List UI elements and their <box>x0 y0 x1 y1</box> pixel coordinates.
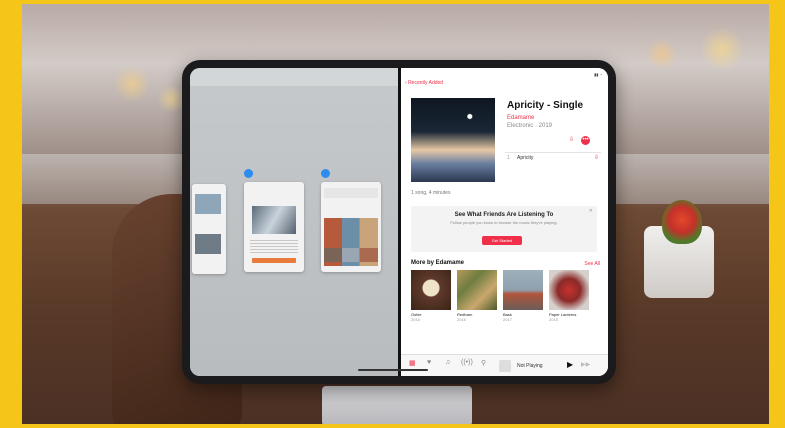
card-preview <box>324 248 378 262</box>
release-year: 2015 <box>549 317 558 322</box>
release-item[interactable]: Paper Lanterns 2015 <box>549 270 589 322</box>
release-item[interactable]: Redbarn 2015 <box>457 270 497 322</box>
release-artwork <box>457 270 497 310</box>
track-row[interactable]: 1 Apricity ⇩ <box>505 152 601 163</box>
more-icon[interactable]: ••• <box>581 136 590 145</box>
card-preview <box>195 194 221 214</box>
release-artwork <box>549 270 589 310</box>
plant <box>662 200 702 244</box>
ipad-stand <box>322 386 472 424</box>
card-banner <box>252 258 296 263</box>
app-switcher-topbar <box>190 68 398 86</box>
card-text-lines <box>250 240 298 254</box>
track-name: Apricity <box>517 155 534 161</box>
ipad-device: ‹ Recently Added ▮▮ ◔ Apricity - Single … <box>182 60 616 384</box>
release-year: 2016 <box>411 317 420 322</box>
release-year: 2015 <box>457 317 466 322</box>
tab-browse-icon[interactable]: ♫ <box>445 359 450 366</box>
back-button[interactable]: ‹ Recently Added <box>405 80 443 86</box>
tab-search-icon[interactable]: ⚲ <box>481 359 486 367</box>
app-card-partial[interactable] <box>192 184 226 274</box>
release-item[interactable]: Bask 2017 <box>503 270 543 322</box>
friends-title: See What Friends Are Listening To <box>454 212 554 218</box>
friends-promo: ✕ See What Friends Are Listening To Foll… <box>411 206 597 252</box>
get-started-button[interactable]: Get Started <box>482 236 522 245</box>
safari-icon <box>244 169 253 178</box>
music-app-pane: ‹ Recently Added ▮▮ ◔ Apricity - Single … <box>401 68 608 376</box>
track-number: 1 <box>507 155 510 161</box>
release-year: 2017 <box>503 317 512 322</box>
music-tab-bar: ▦ ♥ ♫ ((•)) ⚲ Not Playing ▶ ▶▶ <box>401 354 608 376</box>
play-icon[interactable]: ▶ <box>567 360 573 369</box>
album-artist-link[interactable]: Edamame <box>507 115 534 121</box>
card-header <box>244 169 256 178</box>
tab-library-icon[interactable]: ▦ <box>409 359 416 367</box>
app-switcher-pane <box>190 68 398 376</box>
card-preview <box>252 206 296 234</box>
release-item[interactable]: Oshie 2016 <box>411 270 451 322</box>
card-preview <box>195 234 221 254</box>
safari-card[interactable] <box>244 169 304 272</box>
song-count: 1 song, 4 minutes <box>411 190 451 196</box>
album-artwork[interactable] <box>411 98 495 182</box>
download-icon[interactable]: ⇩ <box>594 154 599 161</box>
status-indicators: ▮▮ ◔ <box>594 72 602 77</box>
now-playing-label[interactable]: Not Playing <box>517 363 543 369</box>
now-playing-artwork[interactable] <box>499 360 511 372</box>
album-genre-year: Electronic · 2019 <box>507 123 553 129</box>
album-title: Apricity - Single <box>507 100 584 111</box>
release-artwork <box>411 270 451 310</box>
forward-icon[interactable]: ▶▶ <box>581 361 590 368</box>
safari-card-2[interactable] <box>321 169 381 272</box>
home-indicator[interactable] <box>358 369 428 371</box>
release-artwork <box>503 270 543 310</box>
card-header <box>321 169 333 178</box>
see-all-link[interactable]: See All <box>584 261 600 267</box>
download-icon[interactable]: ⇩ <box>567 136 576 145</box>
tab-radio-icon[interactable]: ((•)) <box>461 359 473 366</box>
friends-description: Follow people you know to browse the mus… <box>450 220 558 225</box>
card-banner <box>324 188 378 198</box>
safari-icon <box>321 169 330 178</box>
tab-for-you-icon[interactable]: ♥ <box>427 359 431 366</box>
more-by-heading: More by Edamame <box>411 260 465 266</box>
ipad-screen: ‹ Recently Added ▮▮ ◔ Apricity - Single … <box>190 68 608 376</box>
